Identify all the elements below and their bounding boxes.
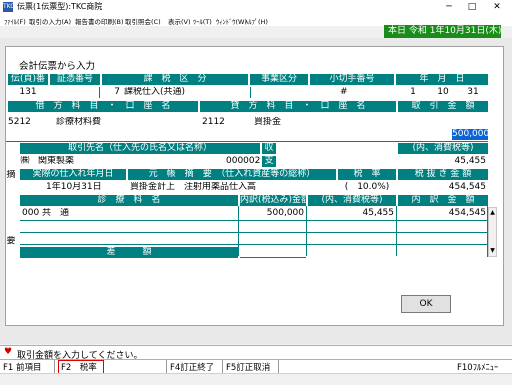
partner-code-field[interactable]: 000002	[226, 156, 262, 167]
tax-category-name: 課税仕入(共通)	[124, 87, 186, 97]
label-voucher-number: 証憑番号	[50, 74, 100, 85]
label-detail-net: 内 訳 金 額	[398, 195, 488, 206]
detail-net-cell: 454,545	[448, 208, 486, 218]
label-net-amount: 税 抜 き 金 額	[398, 169, 488, 180]
year-field[interactable]: 1	[400, 87, 426, 98]
credit-account-code[interactable]: 2112	[200, 117, 230, 128]
menu-tools[interactable]: ﾂｰﾙ(T)	[193, 16, 212, 26]
tax-code-field[interactable]: 7	[102, 87, 122, 98]
label-gross-amount: 内訳(税込み)金額	[240, 195, 306, 206]
label-business-category: 事業区分	[250, 74, 308, 85]
label-credit-account: 貸 方 科 目 ・ 口 座 名	[200, 101, 396, 112]
f5-cancel-correction-key[interactable]: F5訂正取消	[226, 361, 270, 373]
label-tax-rate: 税 率	[338, 169, 396, 180]
app-icon: TKC	[3, 2, 15, 12]
label-date: 年 月 日	[396, 74, 488, 85]
ok-button[interactable]: OK	[401, 295, 451, 313]
label-difference: 差 額	[20, 247, 238, 258]
label-slip-number: 伝(頁)番	[8, 74, 48, 85]
minimize-button[interactable]: ─	[440, 0, 458, 14]
difference-gross-cell	[240, 247, 306, 258]
label-actual-purchase-date: 実際の仕入れ年月日	[20, 169, 126, 180]
menu-report-print[interactable]: 報告書の印刷(B)	[75, 16, 124, 26]
debit-account-code[interactable]: 5212	[6, 117, 36, 128]
department-code: 000	[22, 208, 40, 218]
slip-number-field[interactable]: 131	[8, 87, 48, 98]
menu-window[interactable]: ｳｨﾝﾄﾞｳ(W)	[216, 16, 247, 26]
bottom-strip	[0, 373, 512, 385]
close-button[interactable]: ✕	[488, 0, 506, 14]
transaction-amount-input[interactable]: 500,000	[452, 129, 488, 140]
menu-transaction-inquiry[interactable]: 取引照会(C)	[125, 16, 161, 26]
month-field[interactable]: 10	[430, 87, 456, 98]
scroll-down-arrow-icon[interactable]: ▼	[488, 246, 497, 256]
net-amount-field: 454,545	[448, 182, 486, 192]
menu-help[interactable]: ﾍﾙﾌﾟ(H)	[245, 16, 268, 26]
label-department: 診 療 科 名	[20, 195, 238, 206]
detail-tax-cell: 45,455	[362, 208, 395, 218]
partner-name-field[interactable]: 関東製薬	[36, 156, 156, 167]
credit-account-name: 買掛金	[254, 117, 282, 127]
label-tax-category: 課 税 区 分	[102, 74, 248, 85]
summary-side-label-1: 摘	[6, 170, 16, 180]
day-field[interactable]: 31	[460, 87, 486, 98]
label-check-number: 小切手番号	[310, 74, 394, 85]
label-ledger-description: 元 帳 摘 要 （仕入れ資産等の総称）	[128, 169, 336, 180]
partner-kind-badge: 支	[262, 156, 276, 167]
window-titlebar: TKC 伝票(1伝票型):TKC商院 ─ □ ✕	[0, 0, 512, 14]
today-date-badge: 本日 令和 1年10月31日(木)	[384, 25, 501, 38]
partner-tax-amount: 45,455	[454, 156, 487, 166]
maximize-button[interactable]: □	[463, 0, 481, 14]
ledger-description-field[interactable]: 買掛金計上 注射用薬品仕入高	[128, 182, 336, 193]
voucher-number-field[interactable]	[50, 87, 100, 98]
dialog-title: 会計伝票から入力	[19, 61, 96, 72]
menu-view[interactable]: 表示(V)	[168, 16, 191, 26]
partner-prefix: ㈱	[20, 156, 30, 166]
window-title: 伝票(1伝票型):TKC商院	[17, 2, 103, 11]
label-debit-account: 借 方 科 目 ・ 口 座 名	[8, 101, 198, 112]
menu-transaction-input[interactable]: 取引の入力(A)	[29, 16, 71, 26]
heart-icon: ♥	[4, 347, 13, 357]
label-partner-tax: (内、消費税等)	[398, 143, 488, 154]
debit-account-name: 診療材料費	[56, 117, 102, 127]
summary-side-label-2: 要	[6, 236, 16, 246]
check-number-field[interactable]: #	[310, 87, 394, 98]
department-name: 共 通	[42, 208, 70, 218]
label-transaction-amount: 取 引 金 額	[398, 101, 488, 112]
tax-rate-field[interactable]: ( 10.0%)	[338, 182, 396, 193]
function-key-bar: F1 前項目 F2 税率 F4訂正終了 F5訂正取消 F10ﾌﾙﾒﾆｭｰ	[0, 359, 512, 374]
f4-finish-correction-key[interactable]: F4訂正終了	[170, 361, 214, 373]
label-detail-tax: (内、消費税等)	[308, 195, 396, 206]
actual-purchase-date-field[interactable]: 1年10月31日	[44, 182, 124, 193]
scroll-up-arrow-icon[interactable]: ▲	[488, 208, 497, 218]
label-partner-name: 取引先名（仕入先の氏名又は名称）	[20, 143, 260, 154]
f1-previous-item-key[interactable]: F1 前項目	[3, 361, 42, 373]
menu-file[interactable]: ﾌｧｲﾙ(F)	[4, 16, 26, 26]
f10-full-menu-key[interactable]: F10ﾌﾙﾒﾆｭｰ	[457, 361, 498, 373]
gross-amount-cell: 500,000	[266, 208, 304, 218]
message-bar: ♥ 取引金額を入力してください。	[0, 345, 512, 361]
f2-tax-rate-key[interactable]: F2 税率	[58, 360, 104, 374]
business-category-field[interactable]	[250, 87, 308, 98]
label-receipt: 収	[262, 143, 276, 154]
